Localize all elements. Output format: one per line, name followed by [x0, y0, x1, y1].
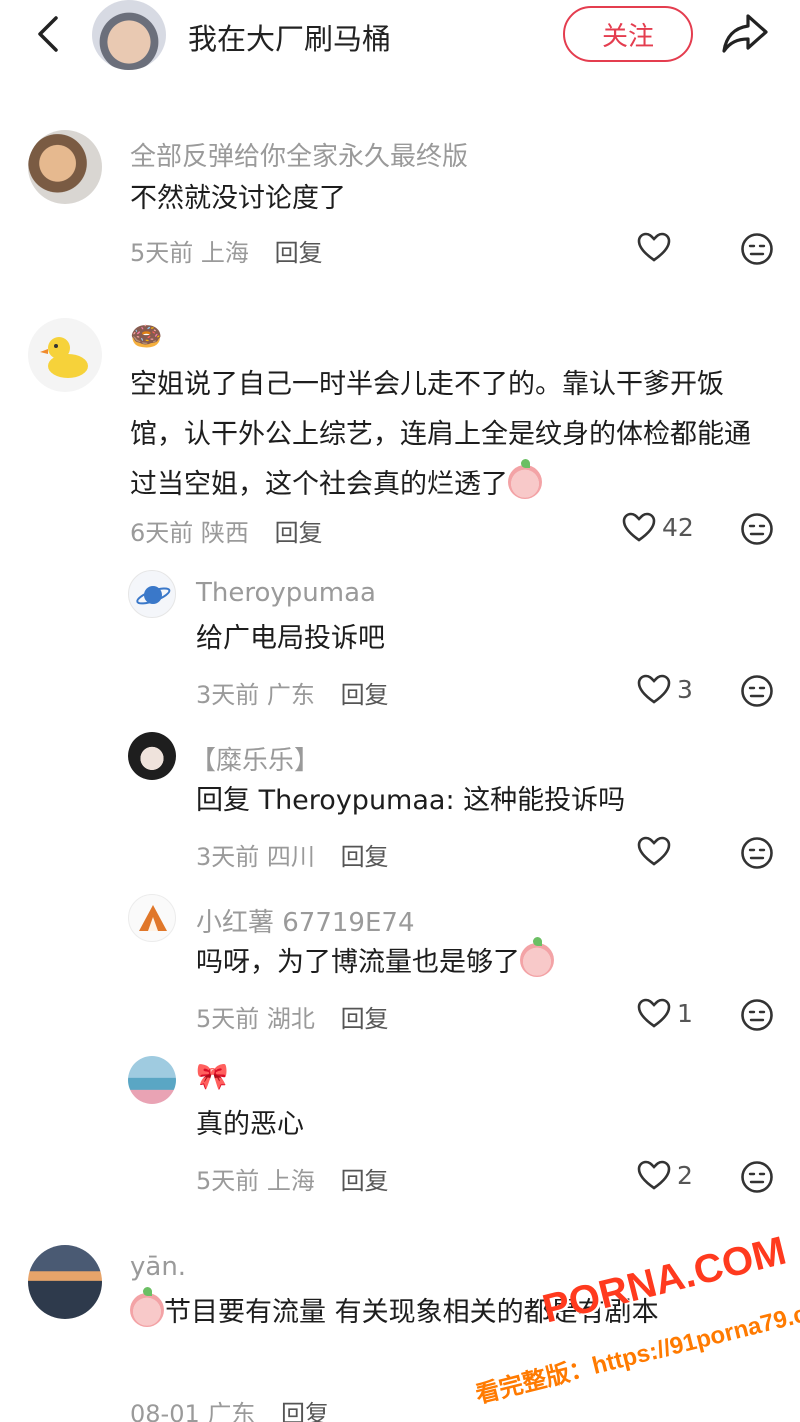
- like-button[interactable]: 42: [622, 512, 694, 542]
- note-header: 我在大厂刷马桶 关注: [0, 0, 800, 70]
- comment-location: 上海: [266, 1167, 315, 1195]
- commenter-avatar[interactable]: [28, 318, 102, 392]
- peach-emoji-icon: [130, 1287, 164, 1327]
- reply-button[interactable]: 回复: [341, 1005, 389, 1033]
- heart-icon: [637, 836, 671, 866]
- comment-time: 5天前: [196, 1005, 260, 1033]
- commenter-avatar[interactable]: [128, 1056, 176, 1104]
- like-button[interactable]: 2: [637, 1160, 693, 1190]
- comment-location: 广东: [207, 1400, 256, 1422]
- reply-button[interactable]: 回复: [275, 239, 323, 267]
- comment-text[interactable]: 回复 Theroypumaa: 这种能投诉吗: [196, 776, 756, 826]
- follow-button[interactable]: 关注: [563, 6, 693, 62]
- comment-meta: 3天前 四川 回复: [196, 837, 389, 872]
- comment-meta: 3天前 广东 回复: [196, 675, 389, 710]
- comment-text-body: 空姐说了自己一时半会儿走不了的。靠认干爹开饭馆，认干外公上综艺，连肩上全是纹身的…: [130, 369, 751, 500]
- comment-time: 5天前: [196, 1167, 260, 1195]
- duck-avatar-icon: [40, 337, 88, 378]
- comment-meta: 6天前 陕西 回复: [130, 513, 323, 548]
- comment-text[interactable]: 空姐说了自己一时半会儿走不了的。靠认干爹开饭馆，认干外公上综艺，连肩上全是纹身的…: [130, 360, 770, 510]
- comment-text[interactable]: 不然就没讨论度了: [130, 174, 750, 224]
- emoji-reaction-icon[interactable]: [740, 512, 774, 546]
- author-avatar[interactable]: [92, 0, 166, 70]
- commenter-name[interactable]: 全部反弹给你全家永久最终版: [130, 136, 468, 173]
- comment-location: 广东: [266, 681, 315, 709]
- reply-button[interactable]: 回复: [341, 681, 389, 709]
- like-count: 42: [662, 512, 694, 542]
- comment-time: 6天前: [130, 519, 194, 547]
- comment-location: 上海: [200, 239, 249, 267]
- commenter-avatar[interactable]: [128, 570, 176, 618]
- comment-time: 08-01: [130, 1400, 200, 1422]
- comment-text[interactable]: 吗呀，为了博流量也是够了: [196, 937, 756, 988]
- reply-button[interactable]: 回复: [275, 519, 323, 547]
- comment-time: 3天前: [196, 843, 260, 871]
- commenter-name[interactable]: 🎀: [196, 1062, 228, 1092]
- planet-avatar-icon: [136, 586, 171, 605]
- reply-button[interactable]: 回复: [341, 1167, 389, 1195]
- heart-icon: [637, 232, 671, 262]
- share-icon[interactable]: [720, 10, 770, 56]
- comment-location: 陕西: [200, 519, 249, 547]
- comment-time: 3天前: [196, 681, 260, 709]
- comment-meta: 08-01 广东 回复: [130, 1394, 329, 1422]
- like-button[interactable]: 3: [637, 674, 693, 704]
- like-button[interactable]: 1: [637, 998, 693, 1028]
- reply-button[interactable]: 回复: [341, 843, 389, 871]
- commenter-name[interactable]: 🍩: [130, 322, 162, 352]
- commenter-name[interactable]: Theroypumaa: [196, 578, 376, 608]
- emoji-reaction-icon[interactable]: [740, 1160, 774, 1194]
- comment-text[interactable]: 给广电局投诉吧: [196, 614, 736, 664]
- sweating-peach-emoji-icon: [520, 937, 554, 977]
- like-count: 2: [677, 1160, 693, 1190]
- commenter-name[interactable]: 【糜乐乐】: [190, 740, 320, 777]
- heart-icon: [637, 674, 671, 704]
- heart-icon: [622, 512, 656, 542]
- back-arrow-icon[interactable]: [30, 14, 70, 54]
- like-count: 3: [677, 674, 693, 704]
- commenter-name[interactable]: 小红薯 67719E74: [196, 902, 415, 939]
- author-name[interactable]: 我在大厂刷马桶: [188, 16, 391, 58]
- like-count: 1: [677, 998, 693, 1028]
- emoji-reaction-icon[interactable]: [740, 674, 774, 708]
- tent-avatar-icon: [139, 905, 167, 931]
- comment-time: 5天前: [130, 239, 194, 267]
- comment-text-body: 吗呀，为了博流量也是够了: [196, 947, 520, 978]
- comment-meta: 5天前 上海 回复: [196, 1161, 389, 1196]
- comment-meta: 5天前 上海 回复: [130, 233, 323, 268]
- emoji-reaction-icon[interactable]: [740, 232, 774, 266]
- like-button[interactable]: [637, 232, 677, 262]
- heart-icon: [637, 998, 671, 1028]
- like-button[interactable]: [637, 836, 677, 866]
- emoji-reaction-icon[interactable]: [740, 998, 774, 1032]
- crying-peach-emoji-icon: [508, 459, 542, 499]
- commenter-avatar[interactable]: [28, 130, 102, 204]
- heart-icon: [637, 1160, 671, 1190]
- reply-button[interactable]: 回复: [281, 1400, 329, 1422]
- commenter-name[interactable]: yān.: [130, 1252, 186, 1282]
- comment-text[interactable]: 真的恶心: [196, 1100, 736, 1150]
- emoji-reaction-icon[interactable]: [740, 836, 774, 870]
- commenter-avatar[interactable]: [128, 732, 176, 780]
- comment-location: 湖北: [266, 1005, 315, 1033]
- commenter-avatar[interactable]: [128, 894, 176, 942]
- comment-meta: 5天前 湖北 回复: [196, 999, 389, 1034]
- comment-location: 四川: [266, 843, 315, 871]
- commenter-avatar[interactable]: [28, 1245, 102, 1319]
